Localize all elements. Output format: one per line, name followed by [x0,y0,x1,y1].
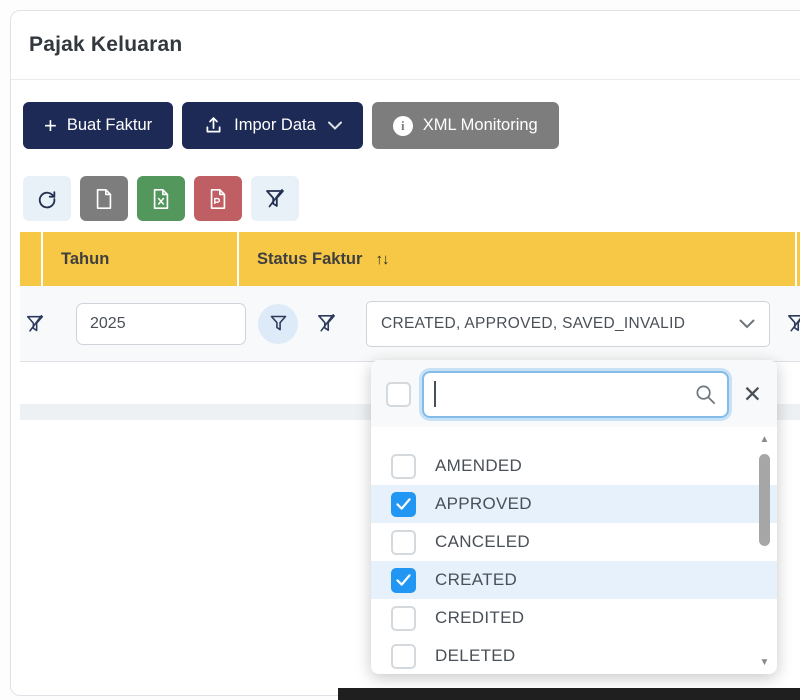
export-pdf-button[interactable] [194,176,242,221]
refresh-icon [36,188,58,210]
text-cursor [434,381,436,407]
option-approved[interactable]: APPROVED [371,485,777,523]
status-dropdown-panel: ✕ AMENDED APPROVED CANCELED CREATED [371,360,777,674]
dropdown-search-input[interactable] [422,371,729,418]
dropdown-scrollbar[interactable]: ▲ ▼ [757,434,772,669]
export-toolbar [23,176,797,221]
clear-tahun-filter-button[interactable] [312,310,340,338]
page-title: Pajak Keluaran [29,33,791,57]
xml-monitoring-label: XML Monitoring [423,116,538,135]
card-header: Pajak Keluaran [11,11,800,80]
status-faktur-multiselect[interactable]: CREATED, APPROVED, SAVED_INVALID [366,301,770,347]
import-data-label: Impor Data [234,116,316,135]
create-invoice-button[interactable]: + Buat Faktur [23,102,173,149]
export-excel-button[interactable] [137,176,185,221]
dropdown-search [422,371,729,418]
select-all-checkbox[interactable] [386,382,411,407]
table-filter-row: CREATED, APPROVED, SAVED_INVALID [20,286,800,362]
create-invoice-label: Buat Faktur [67,116,152,135]
column-header-empty [20,232,41,286]
clear-filters-button[interactable] [251,176,299,221]
checkbox[interactable] [391,606,416,631]
checkbox[interactable] [391,454,416,479]
table-header-row: Tahun Status Faktur ↑↓ [20,232,800,286]
chevron-down-icon [328,121,342,130]
plus-icon: + [44,115,57,137]
import-data-button[interactable]: Impor Data [182,102,363,149]
chevron-down-icon [739,319,755,329]
checkbox[interactable] [391,530,416,555]
dropdown-option-list: AMENDED APPROVED CANCELED CREATED CREDIT… [371,427,777,674]
xml-monitoring-button[interactable]: i XML Monitoring [372,102,559,149]
scroll-down-icon[interactable]: ▼ [760,657,770,669]
option-created[interactable]: CREATED [371,561,777,599]
column-header-tahun[interactable]: Tahun [41,232,237,286]
checkbox[interactable] [391,492,416,517]
filter-icon [268,313,289,334]
dropdown-header: ✕ [371,360,777,427]
option-canceled[interactable]: CANCELED [371,523,777,561]
sort-icon[interactable]: ↑↓ [375,251,388,268]
filter-slash-icon [263,187,287,211]
scrollbar-thumb[interactable] [759,454,770,546]
column-header-next [795,232,800,286]
file-excel-icon [151,188,171,210]
apply-filter-button[interactable] [258,304,298,344]
filter-slash-icon[interactable] [785,312,800,335]
filter-slash-icon [315,312,338,335]
option-credited[interactable]: CREDITED [371,599,777,637]
refresh-button[interactable] [23,176,71,221]
scroll-up-icon[interactable]: ▲ [760,434,770,446]
close-icon[interactable]: ✕ [743,383,762,406]
info-icon: i [393,116,413,136]
column-header-status-faktur[interactable]: Status Faktur ↑↓ [237,232,795,286]
option-amended[interactable]: AMENDED [371,447,777,485]
action-button-row: + Buat Faktur Impor Data i XML Monitorin… [23,102,797,149]
checkbox[interactable] [391,568,416,593]
file-icon [94,188,114,210]
file-pdf-icon [208,188,228,210]
option-deleted[interactable]: DELETED [371,637,777,674]
export-csv-button[interactable] [80,176,128,221]
upload-icon [203,115,224,136]
bottom-dark-bar [338,688,800,700]
filter-slash-icon[interactable] [24,313,46,335]
checkbox[interactable] [391,644,416,669]
search-icon [694,383,717,406]
status-select-value: CREATED, APPROVED, SAVED_INVALID [381,315,739,333]
tahun-filter-input[interactable] [76,303,246,345]
